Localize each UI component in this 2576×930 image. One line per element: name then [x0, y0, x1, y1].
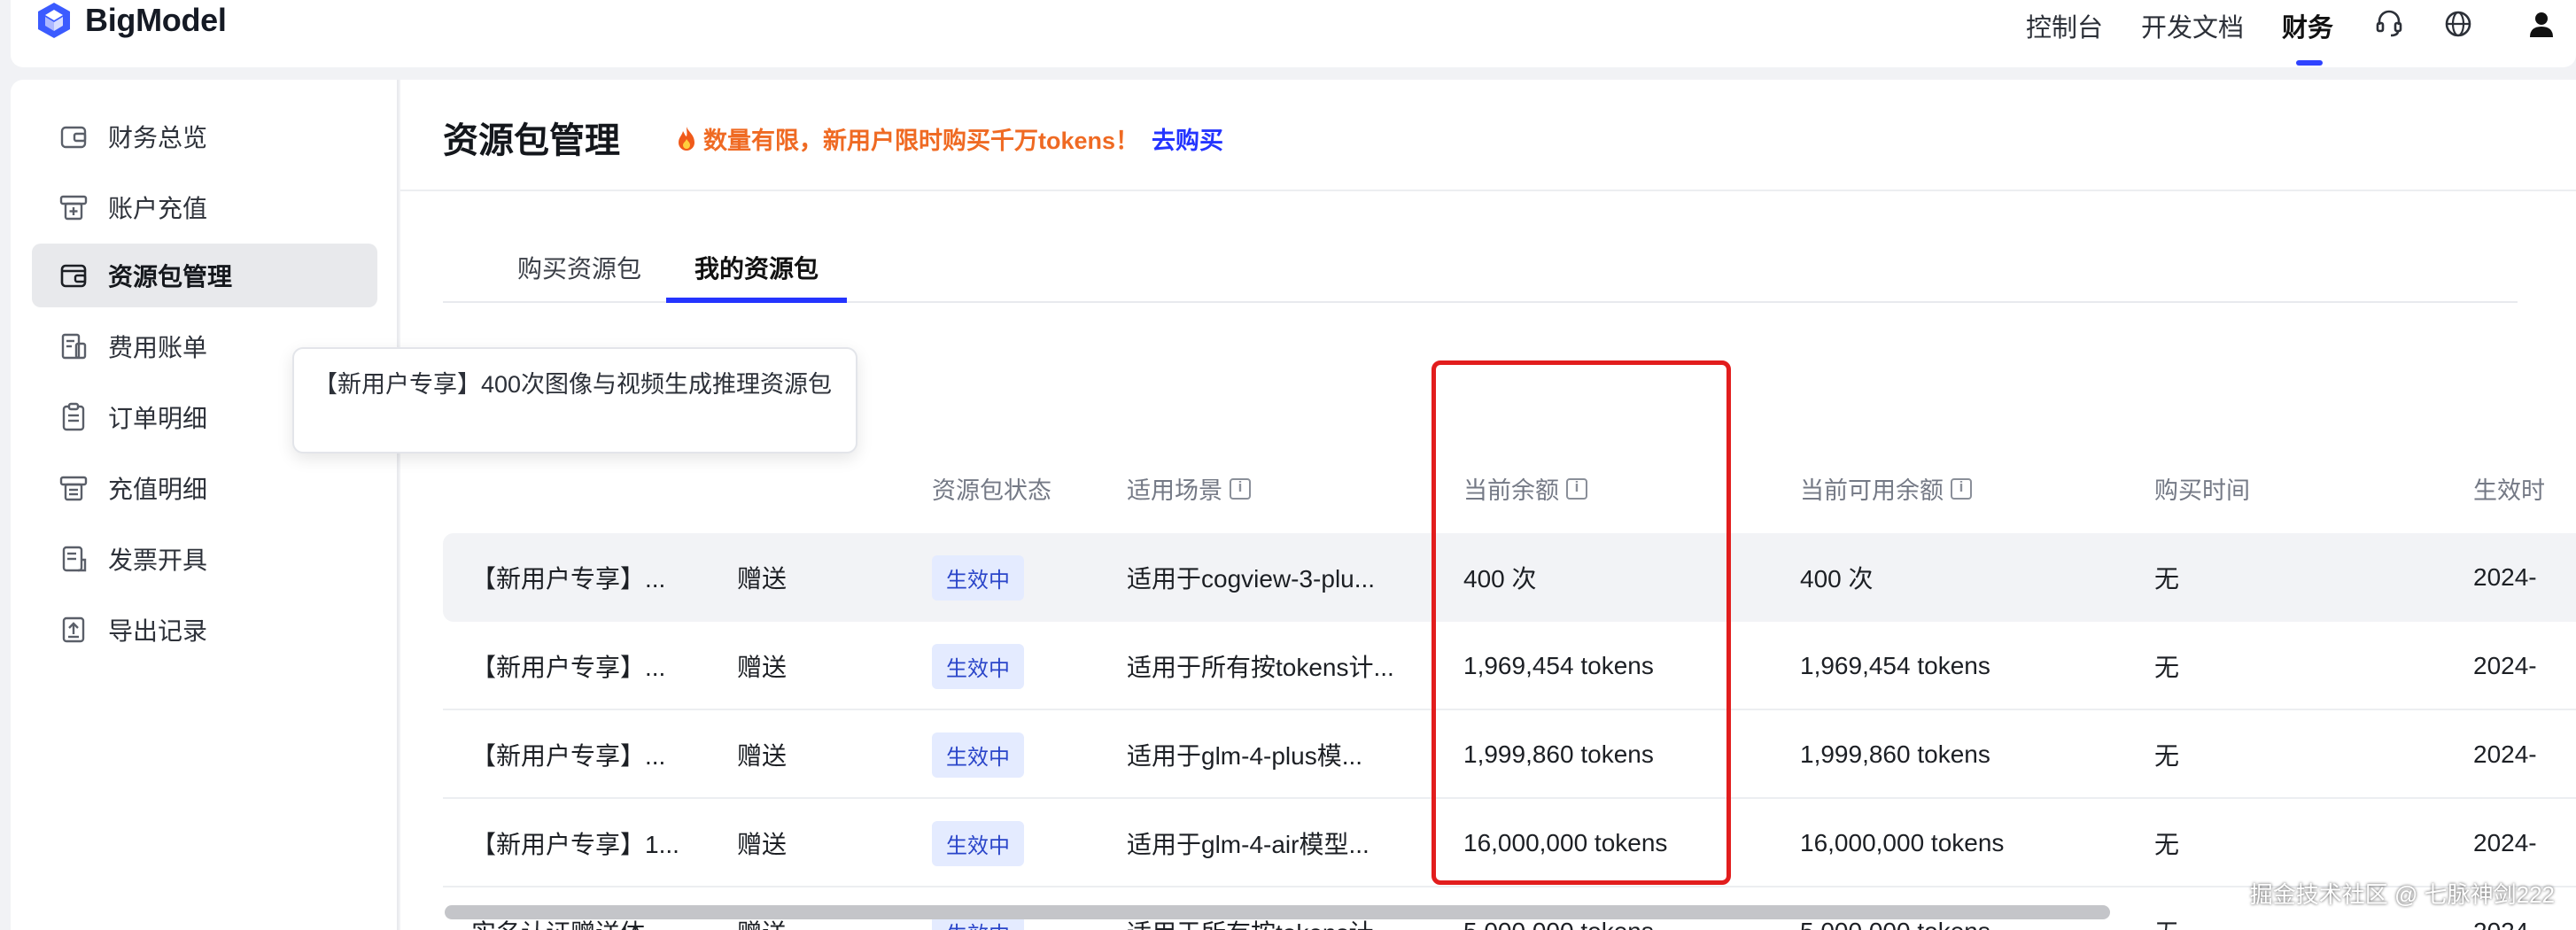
- table-row[interactable]: 【新用户专享】... 赠送 生效中 适用于cogview-3-plu... 40…: [443, 533, 2576, 622]
- globe-icon[interactable]: [2443, 9, 2473, 39]
- column-header-balance: 当前余额: [1463, 471, 1587, 506]
- invoice-icon: [62, 546, 87, 572]
- table-row[interactable]: 【新用户专享】1... 赠送 生效中 适用于glm-4-air模型... 16,…: [443, 799, 2576, 887]
- package-type: 赠送: [737, 654, 788, 681]
- column-header-scene: 适用场景: [1127, 471, 1251, 506]
- sidebar-item-label: 费用账单: [108, 334, 208, 361]
- sidebar-item-label: 资源包管理: [108, 263, 233, 291]
- tab-bar: 购买资源包 我的资源包: [443, 250, 2518, 303]
- promo-banner: 数量有限，新用户限时购买千万tokens！ 去购买: [675, 121, 1223, 156]
- info-icon[interactable]: [1951, 477, 1972, 500]
- status-badge: 生效中: [932, 554, 1024, 601]
- sidebar-item-finance-overview[interactable]: 财务总览: [32, 105, 377, 168]
- table-row[interactable]: 【新用户专享】... 赠送 生效中 适用于所有按tokens计... 1,969…: [443, 622, 2576, 710]
- scene-cell: 适用于所有按tokens计...: [1127, 654, 1394, 681]
- page-header: 资源包管理 数量有限，新用户限时购买千万tokens！ 去购买: [400, 80, 2576, 191]
- info-icon[interactable]: [1566, 477, 1587, 500]
- available-balance-cell: 16,000,000 tokens: [1800, 829, 2005, 856]
- scene-cell: 适用于cogview-3-plu...: [1127, 565, 1376, 593]
- column-header-status: 资源包状态: [932, 477, 1051, 504]
- clipboard-icon: [62, 402, 85, 431]
- available-balance-cell: 1,999,860 tokens: [1800, 740, 1990, 768]
- logo-text: BigModel: [85, 2, 227, 38]
- package-name-tooltip: 【新用户专享】400次图像与视频生成推理资源包: [292, 347, 857, 453]
- promo-text: 数量有限，新用户限时购买千万tokens！: [703, 128, 1140, 154]
- sidebar-item-label: 订单明细: [108, 405, 208, 432]
- sidebar-item-recharge-details[interactable]: 充值明细: [32, 456, 377, 520]
- logo-icon: [38, 3, 70, 38]
- package-type: 赠送: [737, 742, 788, 770]
- page-title: 资源包管理: [443, 121, 620, 160]
- package-type: 赠送: [737, 565, 788, 593]
- effective-time-cell: 2024-: [2473, 829, 2537, 856]
- bill-icon: [61, 333, 87, 360]
- balance-cell: 1,999,860 tokens: [1463, 740, 1654, 768]
- package-type: 赠送: [737, 831, 788, 858]
- watermark: 掘金技术社区 @ 七脉神剑222: [2249, 881, 2555, 908]
- effective-time-cell: 2024-: [2473, 652, 2537, 679]
- wallet-icon: [60, 126, 87, 149]
- column-header-effective-time: 生效时: [2473, 477, 2545, 504]
- user-icon[interactable]: [2526, 9, 2557, 39]
- sidebar-item-label: 账户充值: [108, 195, 208, 222]
- status-badge: 生效中: [932, 820, 1024, 866]
- sidebar-item-label: 充值明细: [108, 476, 208, 503]
- package-name[interactable]: 【新用户专享】...: [471, 533, 693, 622]
- scene-cell: 适用于glm-4-air模型...: [1127, 831, 1369, 858]
- effective-time-cell: 2024-: [2473, 563, 2537, 591]
- column-header-available-balance: 当前可用余额: [1800, 471, 1972, 506]
- fire-icon: [679, 126, 694, 151]
- nav-docs[interactable]: 开发文档: [2141, 7, 2244, 44]
- info-icon[interactable]: [1230, 477, 1251, 500]
- nav-console[interactable]: 控制台: [2026, 7, 2103, 44]
- sidebar-item-invoice[interactable]: 发票开具: [32, 527, 377, 591]
- sidebar-item-package-management[interactable]: 资源包管理: [32, 244, 377, 307]
- sidebar-item-label: 财务总览: [108, 124, 208, 151]
- balance-cell: 400 次: [1463, 565, 1537, 593]
- recharge-detail-icon: [59, 476, 88, 501]
- purchase-time-cell: 无: [2154, 654, 2180, 681]
- tab-my-packages[interactable]: 我的资源包: [694, 250, 819, 285]
- horizontal-scrollbar[interactable]: [445, 905, 2110, 919]
- purchase-time-cell: 无: [2154, 742, 2180, 770]
- headset-icon[interactable]: [2374, 9, 2404, 39]
- status-cell: 生效中: [932, 710, 1024, 799]
- purchase-time-cell: 无: [2154, 565, 2180, 593]
- tab-buy-packages[interactable]: 购买资源包: [517, 250, 641, 285]
- sidebar: 财务总览 账户充值 资源包管理 费用账单 订单明细 充值明细 发票开具 导出记录: [11, 80, 399, 930]
- nav-finance[interactable]: 财务: [2282, 7, 2333, 44]
- scene-cell: 适用于glm-4-plus模...: [1127, 742, 1363, 770]
- tab-active-indicator: [666, 298, 847, 303]
- status-cell: 生效中: [932, 799, 1024, 887]
- status-badge: 生效中: [932, 732, 1024, 778]
- purchase-time-cell: 无: [2154, 831, 2180, 858]
- main-content: 资源包管理 数量有限，新用户限时购买千万tokens！ 去购买 购买资源包 我的…: [400, 80, 2576, 930]
- effective-time-cell: 2024-: [2473, 740, 2537, 768]
- balance-cell: 1,969,454 tokens: [1463, 652, 1654, 679]
- status-badge: 生效中: [932, 643, 1024, 689]
- sidebar-item-recharge[interactable]: 账户充值: [32, 175, 377, 239]
- sidebar-item-export-records[interactable]: 导出记录: [32, 598, 377, 662]
- sidebar-item-label: 发票开具: [108, 546, 208, 574]
- nav-active-indicator: [2296, 60, 2323, 66]
- package-name[interactable]: 【新用户专享】...: [471, 622, 693, 710]
- column-header-purchase-time: 购买时间: [2154, 477, 2250, 504]
- table-row[interactable]: 【新用户专享】... 赠送 生效中 适用于glm-4-plus模... 1,99…: [443, 710, 2576, 799]
- status-cell: 生效中: [932, 622, 1024, 710]
- available-balance-cell: 400 次: [1800, 565, 1874, 593]
- top-bar: BigModel 控制台 开发文档 财务: [11, 0, 2576, 67]
- status-cell: 生效中: [932, 533, 1024, 622]
- logo[interactable]: BigModel: [35, 2, 227, 39]
- package-name[interactable]: 【新用户专享】1...: [471, 799, 693, 887]
- package-name[interactable]: 【新用户专享】...: [471, 710, 693, 799]
- export-icon: [62, 616, 85, 643]
- recharge-icon: [59, 195, 88, 221]
- available-balance-cell: 1,969,454 tokens: [1800, 652, 1990, 679]
- buy-now-link[interactable]: 去购买: [1152, 121, 1223, 156]
- sidebar-item-label: 导出记录: [108, 617, 208, 645]
- balance-cell: 16,000,000 tokens: [1463, 829, 1668, 856]
- purchase-time-cell: 无: [2154, 887, 2179, 930]
- package-icon: [60, 264, 87, 288]
